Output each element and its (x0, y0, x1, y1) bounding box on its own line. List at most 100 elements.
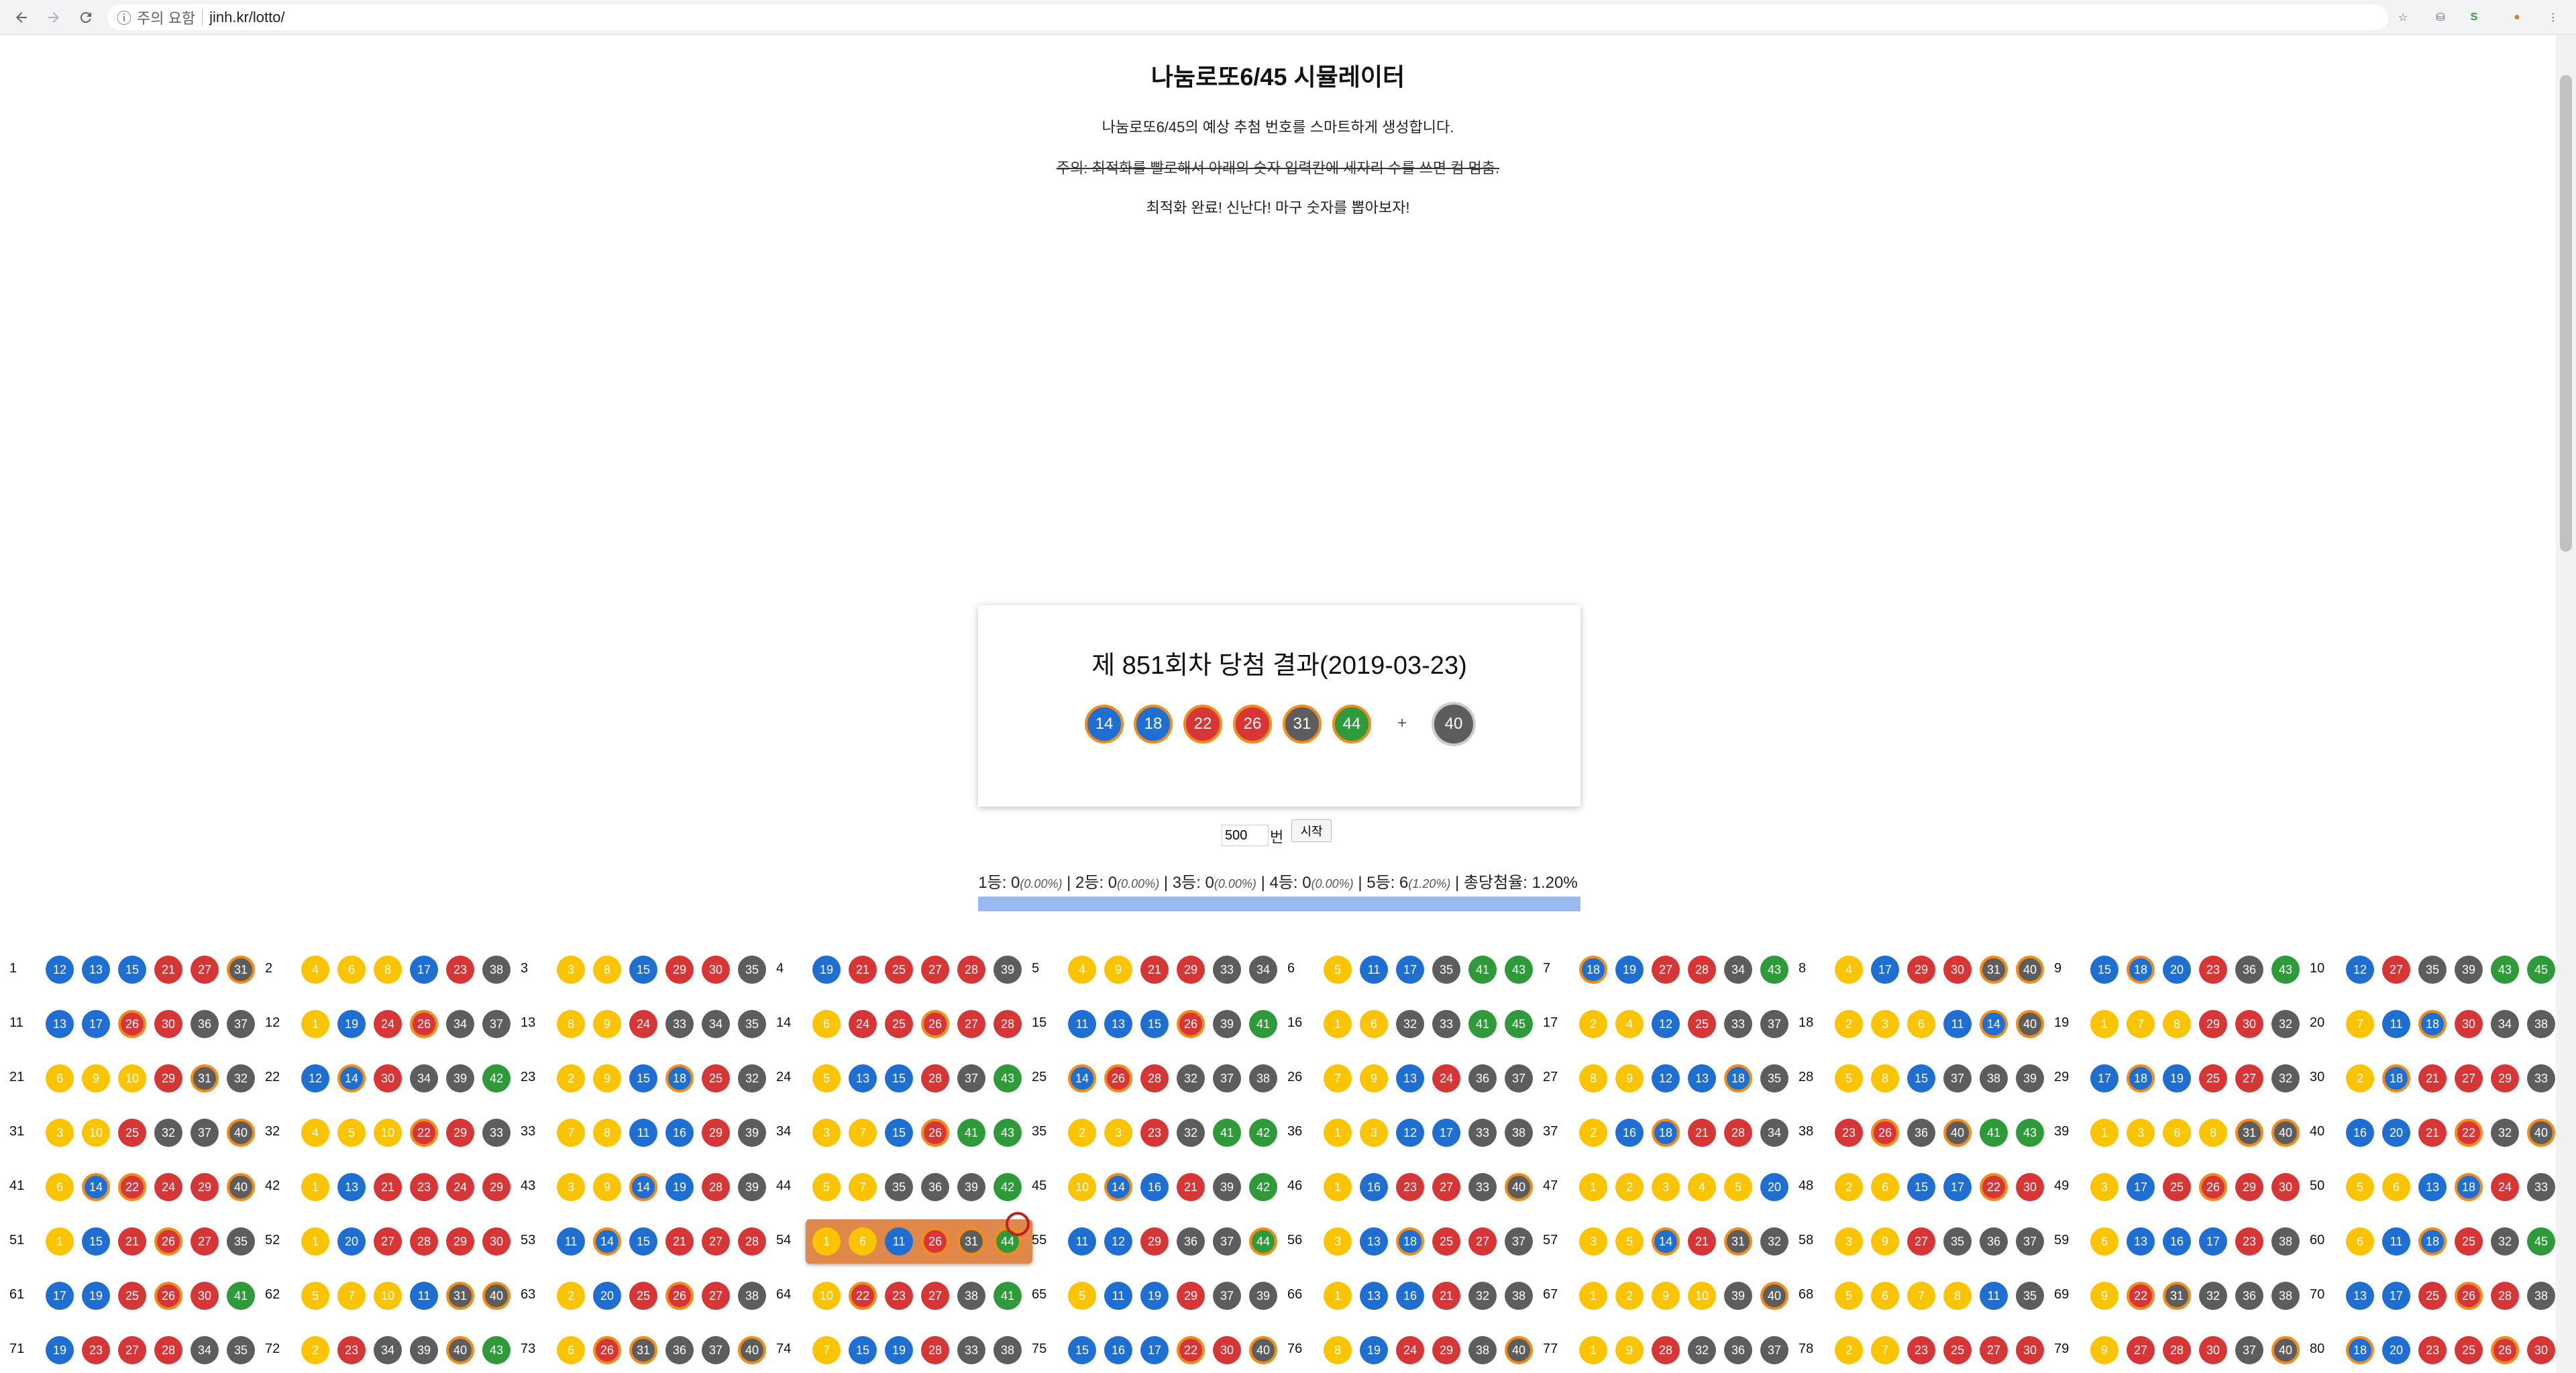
lotto-ball: 39 (1213, 1173, 1241, 1201)
draw-number: 15 (1032, 1015, 1047, 1030)
rank3-count: 3등: 0 (1172, 874, 1214, 892)
draw-number: 36 (1287, 1124, 1303, 1139)
lotto-ball: 15 (885, 1064, 913, 1092)
lotto-ball: 32 (1177, 1119, 1205, 1147)
extension-s-icon[interactable]: S (2463, 7, 2485, 28)
lotto-ball: 2 (1615, 1173, 1644, 1201)
lotto-ball: 28 (410, 1227, 438, 1256)
lotto-ball: 39 (410, 1336, 438, 1364)
lotto-ball: 15 (629, 1064, 657, 1092)
draw-65: 65 5 11 19 29 37 39 (1032, 1279, 1281, 1313)
bookmark-star-icon[interactable]: ☆ (2392, 7, 2414, 28)
menu-icon[interactable]: ⋮ (2542, 7, 2564, 28)
lotto-ball: 40 (1249, 1336, 1277, 1364)
lotto-ball: 32 (2199, 1282, 2227, 1310)
draw-24: 24 5 13 15 28 37 43 (776, 1062, 1025, 1095)
lotto-ball: 34 (1249, 956, 1277, 984)
lotto-ball: 30 (2235, 1010, 2263, 1038)
draw-76: 76 8 19 24 29 38 40 (1287, 1333, 1536, 1367)
lotto-ball: 23 (2235, 1227, 2263, 1256)
lotto-ball: 27 (374, 1227, 402, 1256)
lotto-ball: 44 (1249, 1227, 1277, 1256)
lotto-ball: 5 (812, 1173, 841, 1201)
lotto-ball: 19 (1140, 1282, 1169, 1310)
draw-number: 27 (1543, 1070, 1558, 1084)
lotto-ball: 29 (446, 1227, 474, 1256)
lotto-ball: 41 (957, 1119, 985, 1147)
reload-icon[interactable] (74, 5, 98, 30)
draw-2: 2 4 6 8 17 23 38 (265, 953, 514, 986)
lotto-ball: 28 (702, 1173, 730, 1201)
lotto-ball: 11 (2382, 1010, 2410, 1038)
lotto-ball: 35 (885, 1173, 913, 1201)
lotto-ball: 1 (1324, 1010, 1352, 1038)
lotto-ball: 36 (1980, 1227, 2008, 1256)
lotto-ball: 1 (1579, 1282, 1607, 1310)
lotto-ball: 15 (1907, 1173, 1935, 1201)
rank3-pct: (0.00%) (1214, 877, 1256, 891)
lotto-ball: 23 (2418, 1336, 2447, 1364)
lotto-ball: 41 (1980, 1119, 2008, 1147)
draw-48: 48 2 6 15 17 22 30 (1799, 1170, 2047, 1204)
draw-56: 56 3 13 18 25 27 37 (1287, 1225, 1536, 1258)
draw-number: 11 (9, 1015, 23, 1030)
lotto-ball: 20 (2382, 1336, 2410, 1364)
draw-26: 26 7 9 13 24 36 37 (1287, 1062, 1536, 1095)
result-title: 제 851회차 당첨 결과(2019-03-23) (1091, 652, 1467, 680)
lotto-ball: 30 (2016, 1336, 2044, 1364)
lotto-ball: 3 (1104, 1119, 1132, 1147)
lotto-ball: 7 (557, 1119, 585, 1147)
lotto-ball: 25 (702, 1064, 730, 1092)
back-icon[interactable] (9, 5, 34, 30)
lotto-ball: 30 (2199, 1336, 2227, 1364)
draw-count-unit: 번 (1270, 829, 1284, 846)
start-button[interactable]: 시작 (1291, 819, 1332, 842)
draw-32: 32 4 5 10 22 29 33 (265, 1116, 514, 1150)
extension-icon[interactable]: ⛁ (2430, 7, 2451, 28)
draw-row: 11 13 17 26 30 36 37 12 1 19 24 26 34 37 13 8 9 24 33 34 35 1… (0, 1007, 2569, 1041)
rank2-pct: (0.00%) (1117, 877, 1160, 891)
lotto-ball: 1 (301, 1173, 329, 1201)
lotto-ball: 18 (1579, 956, 1607, 984)
lotto-ball: 24 (1432, 1064, 1460, 1092)
lotto-ball: 40 (1760, 1282, 1788, 1310)
lotto-ball: 43 (482, 1336, 511, 1364)
draw-number: 12 (265, 1015, 280, 1030)
lotto-ball: 35 (738, 1010, 766, 1038)
separator: | (1062, 874, 1076, 892)
lotto-ball: 37 (2235, 1336, 2263, 1364)
draw-number: 59 (2054, 1233, 2070, 1248)
lotto-ball: 29 (2491, 1064, 2519, 1092)
lotto-ball: 32 (2491, 1227, 2519, 1256)
draw-number: 56 (1287, 1233, 1303, 1248)
lotto-ball: 27 (1432, 1173, 1460, 1201)
profile-avatar[interactable]: ● (2506, 7, 2528, 28)
lotto-ball: 30 (1213, 1336, 1241, 1364)
scrollbar-thumb[interactable] (2560, 75, 2572, 552)
lotto-ball: 4 (1615, 1010, 1644, 1038)
lotto-ball: 14 (593, 1227, 621, 1256)
draw-count-input[interactable] (1222, 825, 1269, 846)
lotto-ball: 15 (1140, 1010, 1169, 1038)
draw-1: 1 12 13 15 21 27 31 (9, 953, 258, 986)
info-icon[interactable]: ⓘ (117, 7, 131, 28)
draw-number: 14 (776, 1015, 792, 1030)
rank5-count: 5등: 6 (1366, 874, 1409, 892)
lotto-ball: 39 (994, 956, 1022, 984)
address-bar[interactable]: ⓘ 주의 요함 jinh.kr/lotto/ (107, 5, 2388, 30)
draw-80: 80 18 20 23 25 26 30 (2310, 1333, 2559, 1367)
draw-45: 45 10 14 16 21 39 42 (1032, 1170, 1281, 1204)
lotto-ball: 1 (301, 1227, 329, 1256)
lotto-ball: 30 (482, 1227, 511, 1256)
forward-icon[interactable] (42, 5, 66, 30)
lotto-ball: 32 (1177, 1064, 1205, 1092)
lotto-ball: 15 (82, 1227, 110, 1256)
lotto-ball: 4 (1688, 1173, 1716, 1201)
lotto-ball: 19 (337, 1010, 366, 1038)
lotto-ball: 13 (1360, 1282, 1388, 1310)
lotto-ball: 33 (665, 1010, 694, 1038)
draw-number: 43 (521, 1178, 536, 1193)
draw-number: 22 (265, 1070, 280, 1084)
lotto-ball: 12 (1652, 1010, 1680, 1038)
lotto-ball: 7 (849, 1173, 877, 1201)
